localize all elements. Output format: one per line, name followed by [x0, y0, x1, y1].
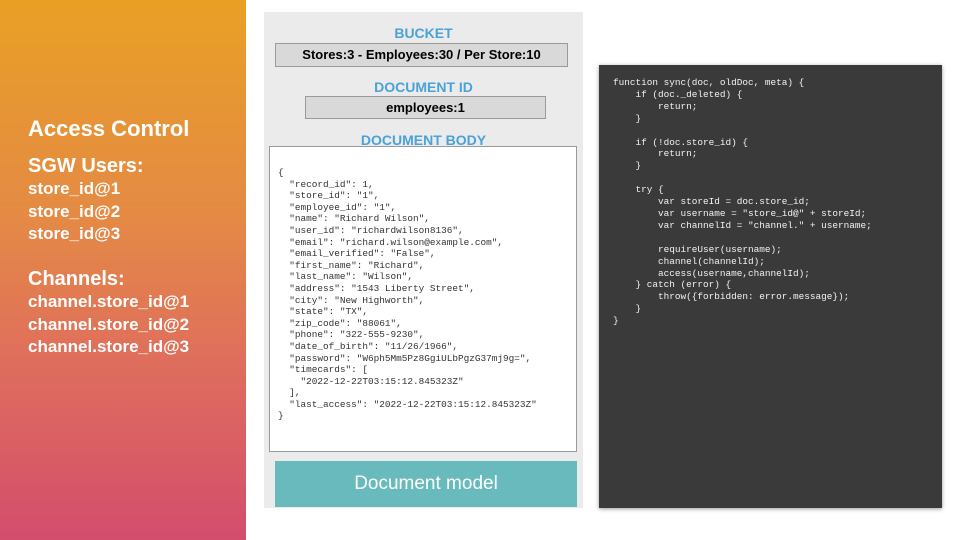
sgw-user-item: store_id@2 — [28, 201, 121, 221]
bucket-field[interactable]: Stores:3 - Employees:30 / Per Store:10 — [275, 43, 568, 67]
sgw-users-heading: SGW Users: — [28, 155, 144, 177]
sidebar: Access Control SGW Users: store_id@1 sto… — [0, 0, 246, 540]
sync-function-code-panel[interactable]: function sync(doc, oldDoc, meta) { if (d… — [599, 65, 942, 508]
channel-item: channel.store_id@2 — [28, 314, 190, 334]
sync-function-code: function sync(doc, oldDoc, meta) { if (d… — [613, 77, 872, 327]
sidebar-title: Access Control — [28, 116, 190, 141]
channels-heading: Channels: — [28, 268, 125, 290]
document-id-field[interactable]: employees:1 — [305, 96, 546, 119]
channels-section: Channels: channel.store_id@1 channel.sto… — [28, 268, 189, 359]
document-panel: BUCKET Stores:3 - Employees:30 / Per Sto… — [264, 12, 583, 508]
document-id-label: DOCUMENT ID — [374, 79, 473, 95]
sgw-user-item: store_id@1 — [28, 179, 121, 198]
sgw-user-item: store_id@3 — [28, 224, 121, 243]
bucket-label: BUCKET — [394, 25, 453, 41]
channel-item: channel.store_id@1 — [28, 292, 190, 311]
channel-item: channel.store_id@3 — [28, 337, 190, 356]
document-model-banner: Document model — [275, 461, 577, 507]
sgw-users-section: SGW Users: store_id@1 store_id@2 store_i… — [28, 155, 144, 246]
document-body-json: { "record_id": 1, "store_id": "1", "empl… — [278, 167, 537, 422]
document-body-editor[interactable]: { "record_id": 1, "store_id": "1", "empl… — [269, 146, 577, 452]
